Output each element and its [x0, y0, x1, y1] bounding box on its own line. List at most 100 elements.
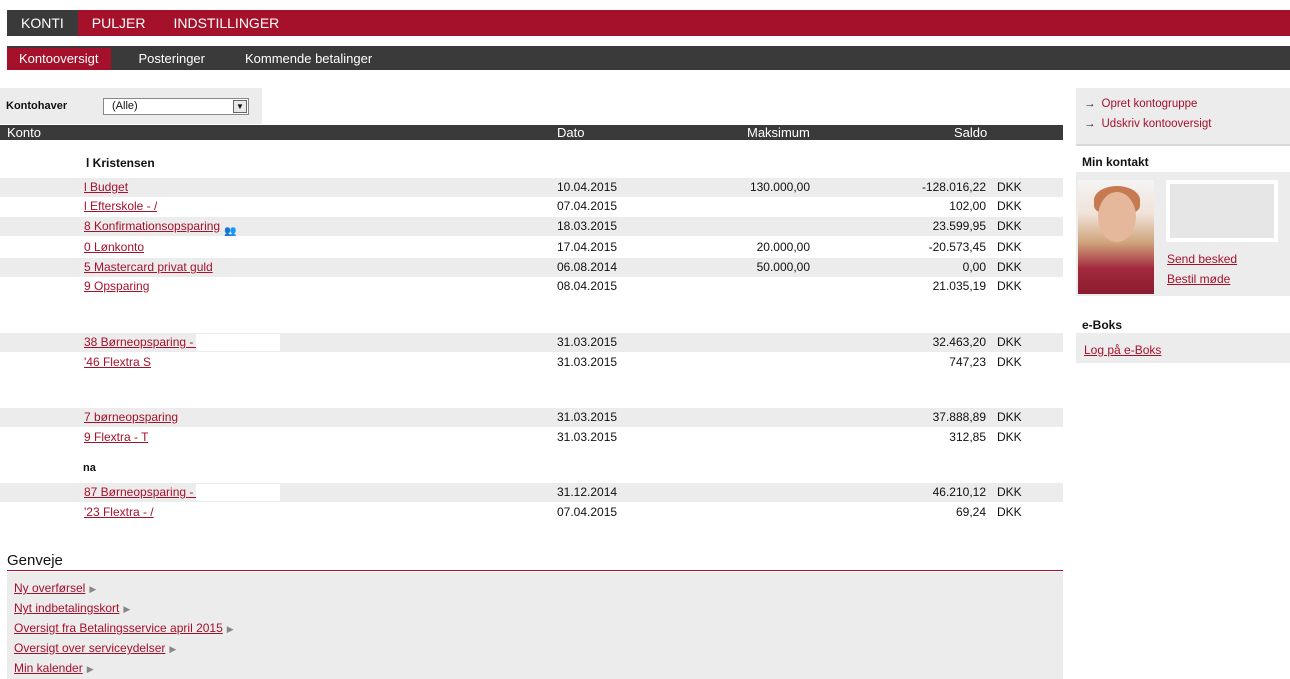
- account-group-title: na: [83, 462, 96, 474]
- account-saldo: 312,85: [949, 430, 986, 444]
- account-currency: DKK: [997, 410, 1022, 424]
- table-row: 5 Mastercard privat guld 06.08.2014 50.0…: [0, 258, 1063, 277]
- shortcut-link[interactable]: Min kalender: [14, 661, 83, 675]
- chevron-down-icon[interactable]: ▼: [233, 100, 247, 113]
- table-row: 9 Flextra - T 31.03.2015 312,85 DKK: [0, 428, 1063, 447]
- sidebar-actions: → Opret kontogruppe → Udskriv kontooversig…: [1076, 88, 1290, 146]
- arrow-right-icon: ▶: [86, 664, 94, 674]
- account-link[interactable]: '23 Flextra - /: [84, 503, 154, 522]
- account-currency: DKK: [997, 430, 1022, 444]
- account-max: 130.000,00: [749, 180, 810, 194]
- table-row: 0 Lønkonto 17.04.2015 20.000,00 -20.573,…: [0, 238, 1063, 257]
- account-currency: DKK: [997, 219, 1022, 233]
- arrow-right-icon: ▶: [89, 584, 97, 594]
- account-link[interactable]: 38 Børneopsparing - S: [84, 333, 205, 352]
- header-dato[interactable]: Dato: [557, 125, 584, 140]
- avatar: [1078, 180, 1154, 294]
- top-navigation: KONTI PULJER INDSTILLINGER: [7, 10, 1290, 36]
- account-date: 08.04.2015: [557, 279, 618, 293]
- account-link[interactable]: l Efterskole - /: [84, 197, 157, 216]
- shortcut-item: Ny overførsel ▶: [14, 581, 96, 595]
- shortcut-link[interactable]: Nyt indbetalingskort: [14, 601, 119, 615]
- sub-navigation: Kontooversigt Posteringer Kommende betal…: [7, 46, 1290, 70]
- account-holder-select[interactable]: (Alle) ▼: [103, 98, 249, 115]
- account-saldo: 46.210,12: [932, 485, 986, 499]
- account-holder-label: Kontohaver: [6, 100, 68, 112]
- account-link[interactable]: '46 Flextra S: [84, 353, 151, 372]
- account-saldo: -20.573,45: [928, 240, 986, 254]
- table-row: 7 børneopsparing 31.03.2015 37.888,89 DK…: [0, 408, 1063, 427]
- account-link[interactable]: l Budget: [84, 178, 128, 197]
- tab-konti[interactable]: KONTI: [7, 10, 78, 36]
- account-date: 31.03.2015: [557, 430, 618, 444]
- redaction-mask: [196, 484, 280, 501]
- account-currency: DKK: [997, 279, 1022, 293]
- redaction-mask: [196, 334, 280, 351]
- book-meeting-link[interactable]: Bestil møde: [1167, 272, 1230, 286]
- account-link[interactable]: 9 Flextra - T: [84, 428, 148, 447]
- subtab-kontooversigt[interactable]: Kontooversigt: [7, 48, 111, 70]
- account-date: 31.12.2014: [557, 485, 618, 499]
- account-date: 31.03.2015: [557, 335, 618, 349]
- table-row: 9 Opsparing 08.04.2015 21.035,19 DKK: [0, 277, 1063, 296]
- arrow-right-icon: →: [1084, 98, 1096, 110]
- send-message-link[interactable]: Send besked: [1167, 252, 1237, 266]
- account-saldo: 21.035,19: [932, 279, 986, 293]
- table-row: 87 Børneopsparing - / 31.12.2014 46.210,…: [0, 483, 1063, 502]
- account-date: 17.04.2015: [557, 240, 618, 254]
- table-row: 38 Børneopsparing - S 31.03.2015 32.463,…: [0, 333, 1063, 352]
- account-currency: DKK: [997, 335, 1022, 349]
- table-row: '46 Flextra S 31.03.2015 747,23 DKK: [0, 353, 1063, 372]
- arrow-right-icon: ▶: [169, 644, 177, 654]
- shortcut-link[interactable]: Oversigt over serviceydelser: [14, 641, 165, 655]
- contact-panel: Send besked Bestil møde: [1076, 172, 1290, 296]
- shortcuts-title: Genveje: [7, 552, 63, 569]
- header-konto[interactable]: Konto: [7, 125, 41, 140]
- account-max: 20.000,00: [756, 240, 810, 254]
- arrow-right-icon: ▶: [226, 624, 234, 634]
- account-link[interactable]: 0 Lønkonto: [84, 238, 144, 257]
- account-saldo: 0,00: [962, 260, 986, 274]
- account-currency: DKK: [997, 485, 1022, 499]
- account-group-title: l Kristensen: [86, 156, 155, 170]
- arrow-right-icon: →: [1084, 118, 1096, 130]
- table-row: '23 Flextra - / 07.04.2015 69,24 DKK: [0, 503, 1063, 522]
- accounts-table-header: Konto Dato Maksimum Saldo: [0, 125, 1063, 140]
- account-date: 31.03.2015: [557, 410, 618, 424]
- sidebar-action[interactable]: → Udskriv kontooversigt: [1084, 118, 1211, 130]
- create-account-group-link[interactable]: Opret kontogruppe: [1102, 98, 1198, 110]
- header-saldo[interactable]: Saldo: [954, 125, 987, 140]
- account-link[interactable]: 9 Opsparing: [84, 277, 149, 296]
- shared-users-icon: 👥: [224, 225, 237, 236]
- subtab-posteringer[interactable]: Posteringer: [127, 48, 217, 70]
- account-currency: DKK: [997, 180, 1022, 194]
- account-saldo: 23.599,95: [932, 219, 986, 233]
- eboks-login-link[interactable]: Log på e-Boks: [1084, 343, 1161, 357]
- shortcut-link[interactable]: Ny overførsel: [14, 581, 85, 595]
- account-currency: DKK: [997, 260, 1022, 274]
- shortcut-item: Oversigt over serviceydelser ▶: [14, 641, 176, 655]
- account-saldo: 32.463,20: [932, 335, 986, 349]
- account-holder-value: (Alle): [112, 100, 138, 112]
- shortcut-item: Oversigt fra Betalingsservice april 2015…: [14, 621, 234, 635]
- account-link[interactable]: 7 børneopsparing: [84, 408, 178, 427]
- divider: [7, 570, 1063, 571]
- min-kontakt-title: Min kontakt: [1082, 155, 1149, 169]
- account-link[interactable]: 87 Børneopsparing - /: [84, 483, 200, 502]
- account-link[interactable]: 8 Konfirmationsopsparing: [84, 219, 220, 233]
- shortcut-item: Min kalender ▶: [14, 661, 94, 675]
- sidebar-action[interactable]: → Opret kontogruppe: [1084, 98, 1197, 110]
- account-currency: DKK: [997, 199, 1022, 213]
- account-max: 50.000,00: [756, 260, 810, 274]
- eboks-title: e-Boks: [1082, 318, 1123, 332]
- account-holder-filter: Kontohaver (Alle) ▼: [0, 88, 262, 124]
- subtab-kommende-betalinger[interactable]: Kommende betalinger: [233, 48, 384, 70]
- shortcut-link[interactable]: Oversigt fra Betalingsservice april 2015: [14, 621, 223, 635]
- table-row: l Budget 10.04.2015 130.000,00 -128.016,…: [0, 178, 1063, 197]
- print-overview-link[interactable]: Udskriv kontooversigt: [1102, 118, 1212, 130]
- account-link[interactable]: 5 Mastercard privat guld: [84, 258, 213, 277]
- header-maksimum[interactable]: Maksimum: [747, 125, 810, 140]
- tab-puljer[interactable]: PULJER: [78, 10, 160, 36]
- tab-indstillinger[interactable]: INDSTILLINGER: [159, 10, 293, 36]
- account-date: 10.04.2015: [557, 180, 618, 194]
